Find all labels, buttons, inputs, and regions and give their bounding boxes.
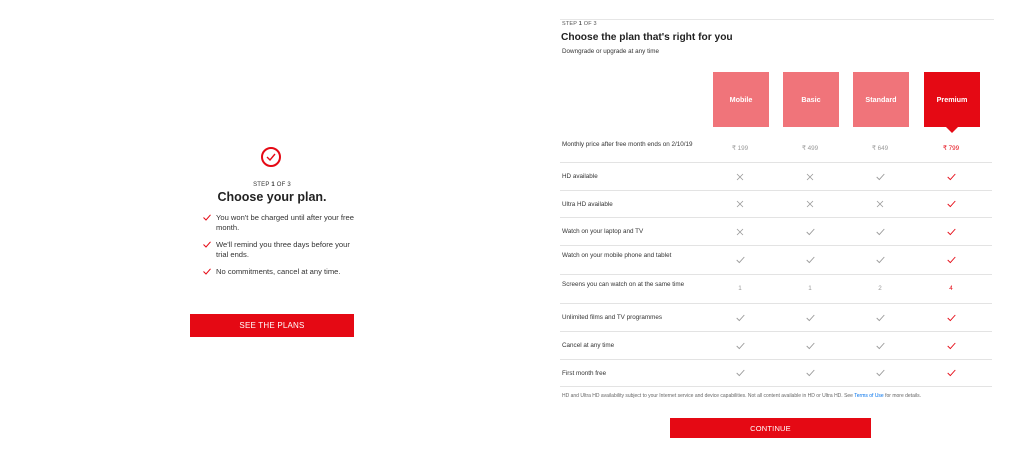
benefits-list: You won't be charged until after your fr… [203, 213, 363, 284]
check-icon [923, 200, 979, 208]
feature-label: Watch on your laptop and TV [562, 228, 644, 235]
benefit-text: We'll remind you three days before your … [216, 240, 350, 259]
plan-option-premium[interactable]: Premium [924, 72, 980, 133]
page-title: Choose the plan that's right for you [561, 32, 733, 43]
step-indicator: STEP 1 OF 3 [562, 21, 597, 27]
feature-label: Monthly price after free month ends on 2… [562, 140, 693, 148]
feature-label: Cancel at any time [562, 342, 615, 349]
check-icon [852, 256, 908, 264]
feature-label: Ultra HD available [562, 200, 613, 208]
feature-value: 4 [949, 285, 953, 292]
check-icon [712, 256, 768, 264]
feature-row: Watch on your mobile phone and tablet [560, 246, 992, 275]
terms-of-use-link[interactable]: Terms of Use [854, 393, 883, 399]
feature-value: ₹ 499 [801, 144, 819, 152]
feature-label: Screens you can watch on at the same tim… [562, 281, 685, 288]
check-icon [852, 228, 908, 236]
feature-value: 1 [738, 285, 742, 292]
benefit-item: We'll remind you three days before your … [203, 240, 363, 260]
check-icon [923, 369, 979, 377]
check-icon [923, 314, 979, 322]
check-icon [203, 268, 211, 278]
page-title: Choose your plan. [217, 190, 327, 204]
check-icon [923, 342, 979, 350]
plan-option-mobile[interactable]: Mobile [713, 72, 769, 127]
check-icon [712, 369, 768, 377]
check-icon [782, 256, 838, 264]
feature-value: ₹ 799 [942, 144, 960, 152]
feature-value: 1 [808, 285, 812, 292]
check-icon [782, 369, 838, 377]
benefit-item: You won't be charged until after your fr… [203, 213, 363, 233]
feature-row: Unlimited films and TV programmes [560, 304, 992, 332]
cross-icon [782, 173, 838, 181]
feature-row: Watch on your laptop and TV [560, 218, 992, 246]
continue-button[interactable]: CONTINUE [670, 418, 871, 438]
feature-label: First month free [562, 369, 607, 377]
cross-icon [712, 200, 768, 208]
benefit-item: No commitments, cancel at any time. [203, 267, 363, 277]
feature-row: HD available [560, 163, 992, 191]
check-icon [852, 173, 908, 181]
check-icon [712, 314, 768, 322]
feature-value: ₹ 199 [731, 144, 749, 152]
feature-value: 2 [878, 285, 882, 292]
feature-row: First month free [560, 360, 992, 387]
step-indicator: STEP 1 OF 3 [253, 182, 291, 188]
cross-icon [782, 200, 838, 208]
check-icon [203, 241, 211, 251]
check-circle-icon [261, 147, 281, 167]
check-icon [782, 228, 838, 236]
page-subtitle: Downgrade or upgrade at any time [562, 48, 659, 55]
check-icon [203, 214, 211, 224]
check-icon [852, 369, 908, 377]
divider [560, 19, 994, 20]
see-the-plans-button[interactable]: SEE THE PLANS [190, 314, 354, 337]
feature-row: Monthly price after free month ends on 2… [560, 135, 992, 163]
check-icon [782, 314, 838, 322]
feature-label: Unlimited films and TV programmes [562, 314, 662, 321]
check-icon [782, 342, 838, 350]
feature-label: Watch on your mobile phone and tablet [562, 252, 672, 259]
cross-icon [852, 200, 908, 208]
check-icon [712, 342, 768, 350]
check-icon [852, 342, 908, 350]
check-icon [923, 256, 979, 264]
benefit-text: No commitments, cancel at any time. [216, 267, 341, 276]
feature-label: HD available [562, 173, 598, 180]
check-icon [923, 173, 979, 181]
feature-row: Ultra HD available [560, 191, 992, 218]
disclaimer: HD and Ultra HD availability subject to … [562, 393, 921, 399]
feature-value: ₹ 649 [871, 144, 889, 152]
check-icon [852, 314, 908, 322]
feature-row: Cancel at any time [560, 332, 992, 360]
cross-icon [712, 173, 768, 181]
plan-option-basic[interactable]: Basic [783, 72, 839, 127]
plan-comparison-panel: STEP 1 OF 3 Choose the plan that's right… [554, 0, 994, 459]
plan-option-standard[interactable]: Standard [853, 72, 909, 127]
benefit-text: You won't be charged until after your fr… [216, 213, 354, 232]
feature-row: Screens you can watch on at the same tim… [560, 275, 992, 304]
check-icon [923, 228, 979, 236]
cross-icon [712, 228, 768, 236]
